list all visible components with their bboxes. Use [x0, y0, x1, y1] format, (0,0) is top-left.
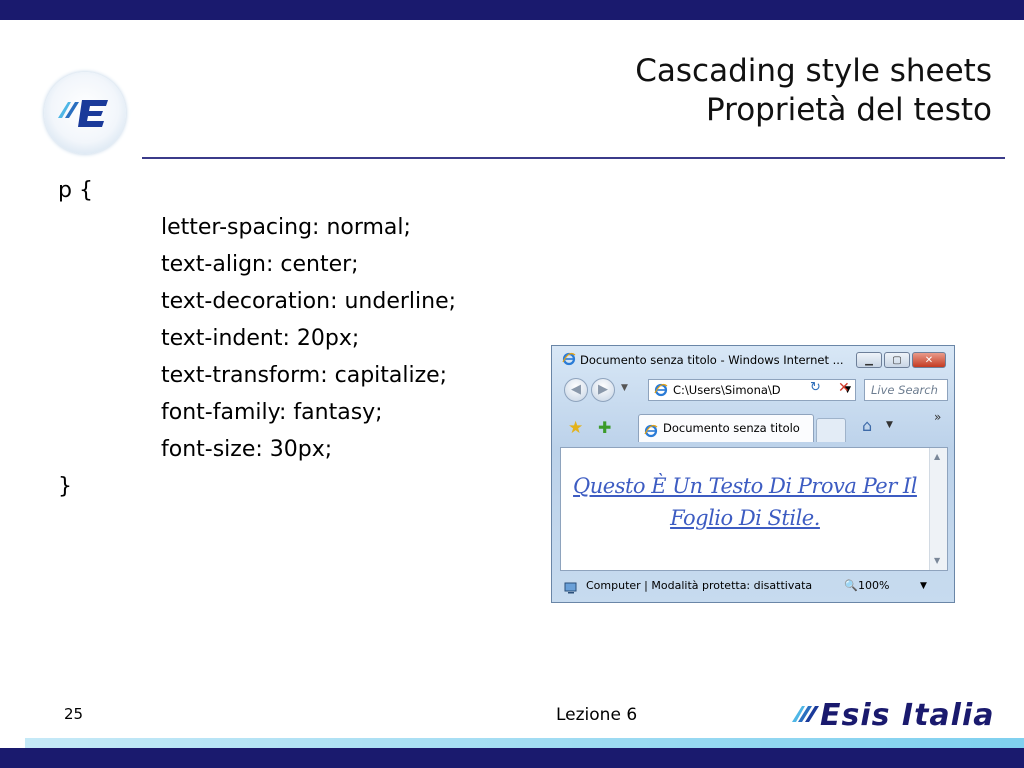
code-line: letter-spacing: normal; [161, 215, 411, 240]
code-line: text-transform: capitalize; [161, 363, 448, 388]
esis-e-logo-icon [58, 100, 108, 127]
search-input[interactable]: Live Search [864, 379, 948, 401]
code-line: text-indent: 20px; [161, 326, 360, 351]
status-text: Computer | Modalità protetta: disattivat… [586, 579, 813, 592]
forward-button[interactable]: ▶ [591, 378, 615, 402]
refresh-icon[interactable]: ↻ [810, 380, 821, 395]
tab-label: Documento senza titolo [663, 421, 800, 435]
maximize-button[interactable]: ▢ [884, 352, 910, 368]
tab-bar: ★ ✚ Documento senza titolo ⌂ ▼ » [560, 410, 950, 442]
status-bar: Computer | Modalità protetta: disattivat… [560, 575, 950, 597]
footer-band-light [25, 738, 1024, 748]
footer-lesson: Lezione 6 [556, 705, 638, 725]
ie-icon [654, 383, 668, 400]
code-line: } [58, 474, 72, 499]
footer-band-dark [0, 748, 1024, 768]
zoom-level[interactable]: 100% [858, 575, 889, 597]
code-line: p { [58, 178, 93, 203]
zoom-icon[interactable]: 🔍 [844, 575, 858, 597]
window-title-text: Documento senza titolo - Windows Interne… [580, 353, 844, 367]
top-bar [0, 0, 1024, 20]
esis-wing-icon [792, 706, 819, 722]
zoom-dropdown-icon[interactable]: ▼ [920, 575, 927, 597]
slide-title-line2: Proprietà del testo [705, 92, 992, 128]
back-button[interactable]: ◀ [564, 378, 588, 402]
minimize-button[interactable]: ▁ [856, 352, 882, 368]
page-content: Questo È Un Testo Di Prova Per Il Foglio… [560, 447, 948, 571]
computer-icon [564, 580, 580, 602]
title-divider [142, 157, 1005, 159]
scroll-down-arrow-icon[interactable]: ▼ [934, 556, 940, 565]
new-tab-button[interactable] [816, 418, 846, 442]
code-line: text-decoration: underline; [161, 289, 457, 314]
toolbar-overflow-chevron[interactable]: » [934, 410, 941, 424]
slide-title: Cascading style sheets Proprietà del tes… [635, 52, 992, 130]
sample-paragraph: Questo È Un Testo Di Prova Per Il Foglio… [573, 474, 917, 530]
forward-icon: ▶ [598, 382, 608, 397]
scroll-up-arrow-icon[interactable]: ▲ [934, 452, 940, 461]
back-icon: ◀ [571, 382, 581, 397]
code-line: font-family: fantasy; [161, 400, 383, 425]
brand-wordmark: Esis Italia [820, 698, 995, 733]
favorites-star-icon[interactable]: ★ [568, 418, 583, 438]
esis-logo-badge [44, 72, 126, 154]
browser-window: Documento senza titolo - Windows Interne… [551, 345, 955, 603]
code-line: text-align: center; [161, 252, 359, 277]
window-title: Documento senza titolo - Windows Interne… [562, 352, 844, 369]
ie-icon [562, 352, 576, 369]
address-text: C:\Users\Simona\D [673, 383, 781, 397]
stop-icon[interactable]: ✕ [838, 380, 850, 396]
home-icon[interactable]: ⌂ [862, 416, 872, 435]
history-dropdown-icon[interactable]: ▼ [621, 383, 628, 393]
window-controls: ▁ ▢ ✕ [856, 352, 946, 368]
tab-documento[interactable]: Documento senza titolo [638, 414, 814, 442]
ie-icon [644, 421, 658, 447]
close-button[interactable]: ✕ [912, 352, 946, 368]
css-code-block: p { letter-spacing: normal; text-align: … [58, 172, 456, 505]
slide-title-line1: Cascading style sheets [635, 53, 992, 89]
address-bar[interactable]: C:\Users\Simona\D ▼ [648, 379, 856, 401]
navigation-bar: ◀ ▶ ▼ C:\Users\Simona\D ▼ ↻ ✕ Live Searc… [560, 377, 950, 403]
code-line: font-size: 30px; [161, 437, 333, 462]
home-dropdown-icon[interactable]: ▼ [886, 420, 893, 430]
add-favorite-icon[interactable]: ✚ [598, 418, 611, 437]
vertical-scrollbar[interactable]: ▲ ▼ [929, 448, 947, 570]
page-number: 25 [64, 705, 84, 723]
